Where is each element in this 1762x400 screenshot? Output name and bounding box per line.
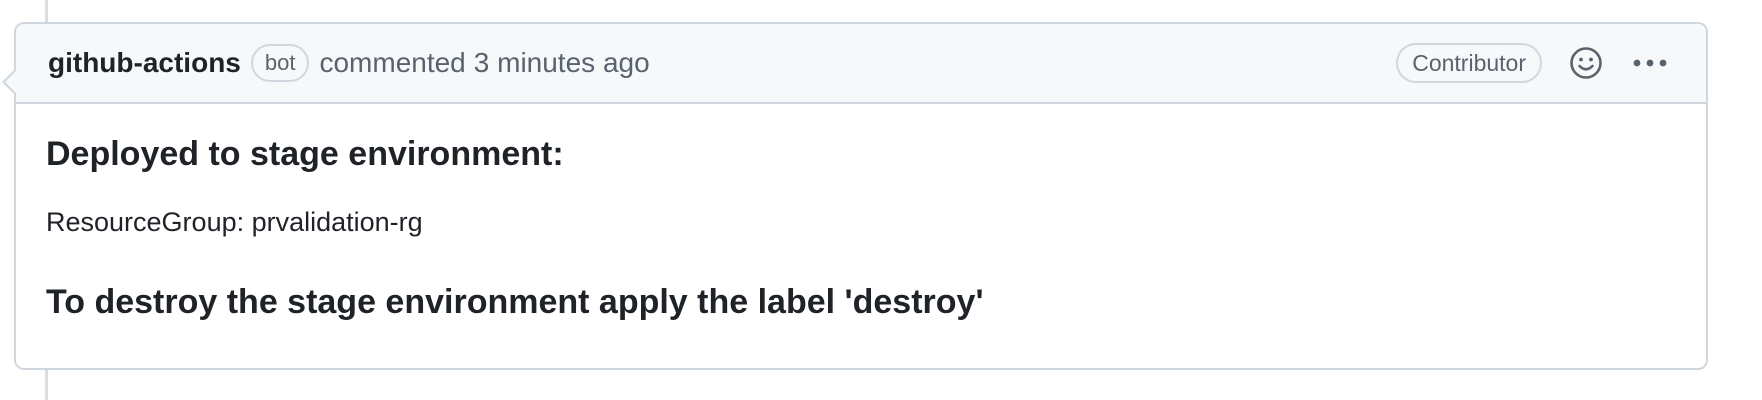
resource-group-text: ResourceGroup: prvalidation-rg [46,207,423,237]
comment-header: github-actions bot commented 3 minutes ag… [16,24,1706,104]
author-link[interactable]: github-actions [48,47,241,79]
comment-caret-fill [5,70,17,94]
comment-options-button[interactable] [1628,41,1672,85]
contributor-badge: Contributor [1396,43,1542,83]
destroy-instruction-heading: To destroy the stage environment apply t… [46,283,984,321]
add-reaction-button[interactable] [1564,41,1608,85]
comment-box: github-actions bot commented 3 minutes ag… [2,22,1708,370]
bot-badge: bot [250,44,310,82]
deploy-heading: Deployed to stage environment: [46,135,564,173]
timestamp-link[interactable]: 3 minutes ago [474,47,650,78]
kebab-horizontal-icon [1633,59,1667,67]
action-text: commented [319,47,466,78]
comment-meta: commented 3 minutes ago [319,47,649,79]
smiley-icon [1570,47,1602,79]
comment-body: Deployed to stage environment: ResourceG… [16,104,1706,324]
